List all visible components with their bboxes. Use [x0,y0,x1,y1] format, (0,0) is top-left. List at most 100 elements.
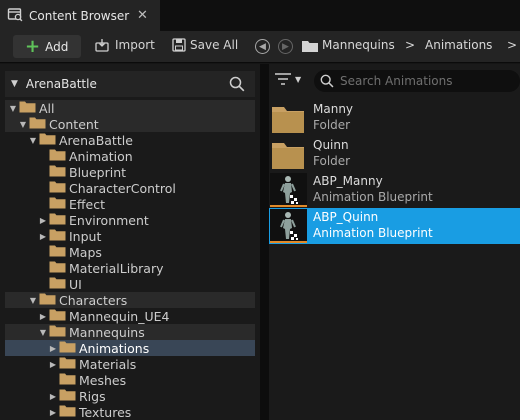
chevron-down-icon[interactable]: ▼ [28,296,38,305]
tree-item-characters[interactable]: ▼ Characters [5,292,255,308]
chevron-right-icon[interactable]: ▶ [38,232,48,241]
tree-item-content[interactable]: ▼ Content [5,116,255,132]
tree-item-label: Blueprint [69,164,127,180]
tree-item-label: Rigs [79,388,106,404]
tree-item-label: ArenaBattle [59,132,133,148]
folder-icon [59,340,76,356]
folder-icon [59,404,76,420]
tree-item-label: Characters [59,292,128,308]
folder-icon [19,100,36,116]
tree-item-animation[interactable]: Animation [5,148,255,164]
forward-arrow-icon[interactable]: ▶ [278,39,293,54]
folder-icon [59,388,76,404]
tree-item-environment[interactable]: ▶ Environment [5,212,255,228]
chevron-right-icon[interactable]: ▶ [38,216,48,225]
tab-title: Content Browser [29,8,130,23]
folder-icon [270,137,307,171]
tree-item-label: UI [69,276,82,292]
asset-item[interactable]: ABP_Quinn Animation Blueprint [269,208,520,244]
tree-item-mannequins[interactable]: ▼ Mannequins [5,324,255,340]
save-all-button-label: Save All [190,38,239,52]
tree-item-all[interactable]: ▼ All [5,100,255,116]
tree-item-label: Input [69,228,102,244]
tree-item-maps[interactable]: Maps [5,244,255,260]
asset-name: ABP_Manny [313,174,383,188]
chevron-down-icon[interactable]: ▼ [8,104,18,113]
filter-button[interactable]: ▼ [274,72,301,86]
folder-icon [59,372,76,388]
breadcrumb-mannequins[interactable]: Mannequins [322,38,395,52]
folder-icon [49,276,66,292]
plus-icon: + [25,35,41,57]
tree-item-rigs[interactable]: ▶ Rigs [5,388,255,404]
tree-item-arenabattle[interactable]: ▼ ArenaBattle [5,132,255,148]
folder-icon [49,196,66,212]
asset-panel: ▼ Manny Folder Quinn Folder ABP_Manny Animati… [269,64,520,420]
panel-splitter[interactable] [260,64,269,420]
chevron-right-icon[interactable]: ▶ [48,344,58,353]
add-button-label: Add [45,39,69,54]
add-button[interactable]: + Add [13,35,81,58]
breadcrumb-animations[interactable]: Animations [425,38,492,52]
tree-item-materials[interactable]: ▶ Materials [5,356,255,372]
folder-icon [270,101,307,135]
save-all-button[interactable]: Save All [172,38,238,52]
asset-item[interactable]: Manny Folder [269,100,520,136]
chevron-right-icon[interactable]: ▶ [48,408,58,417]
tree-item-label: MaterialLibrary [69,260,164,276]
tree-item-mannequin-ue4[interactable]: ▶ Mannequin_UE4 [5,308,255,324]
import-icon [95,39,109,52]
tree-item-meshes[interactable]: Meshes [5,372,255,388]
tree-item-textures[interactable]: ▶ Textures [5,404,255,420]
tree-item-blueprint[interactable]: Blueprint [5,164,255,180]
save-icon [172,38,186,52]
tree-item-effect[interactable]: Effect [5,196,255,212]
tree-item-label: Materials [79,356,137,372]
chevron-down-icon: ▼ [295,74,302,84]
sources-panel: ▼ ArenaBattle ▼ All ▼ Content ▼ ArenaBattle An… [0,64,260,420]
chevron-down-icon[interactable]: ▼ [28,136,38,145]
import-button[interactable]: Import [95,38,155,52]
folder-icon [49,212,66,228]
breadcrumb-separator[interactable]: > [405,38,415,52]
import-button-label: Import [115,38,155,52]
chevron-down-icon[interactable]: ▼ [18,120,28,129]
sources-header[interactable]: ▼ ArenaBattle [5,71,255,97]
asset-name: Manny [313,102,354,116]
folder-icon [49,164,66,180]
search-icon[interactable] [229,76,245,95]
tree-item-ui[interactable]: UI [5,276,255,292]
animation-blueprint-thumbnail-icon [270,209,307,243]
breadcrumb-separator[interactable]: > [507,38,517,52]
chevron-down-icon[interactable]: ▼ [38,328,48,337]
collapse-icon[interactable]: ▼ [11,79,18,89]
tree-item-label: CharacterControl [69,180,176,196]
chevron-right-icon[interactable]: ▶ [48,360,58,369]
tree-item-charactercontrol[interactable]: CharacterControl [5,180,255,196]
tab-content-browser[interactable]: Content Browser ✕ [0,0,160,31]
search-field[interactable] [314,70,520,92]
asset-item[interactable]: ABP_Manny Animation Blueprint [269,172,520,208]
asset-item[interactable]: Quinn Folder [269,136,520,172]
tree-item-label: Animations [79,340,150,356]
search-icon [320,74,334,88]
folder-icon [49,260,66,276]
folder-tree: ▼ All ▼ Content ▼ ArenaBattle Animation Bluepri… [5,100,255,420]
tree-item-label: Meshes [79,372,127,388]
chevron-right-icon[interactable]: ▶ [48,392,58,401]
tree-item-materiallibrary[interactable]: MaterialLibrary [5,260,255,276]
content-browser-icon [7,6,23,25]
tree-item-animations[interactable]: ▶ Animations [5,340,255,356]
back-arrow-icon[interactable]: ◀ [255,39,270,54]
asset-type: Folder [313,118,351,132]
tree-item-label: Environment [69,212,149,228]
folder-icon [39,132,56,148]
filter-icon [275,73,291,85]
tree-item-input[interactable]: ▶ Input [5,228,255,244]
asset-name: Quinn [313,138,349,152]
folder-icon [39,292,56,308]
close-icon[interactable]: ✕ [137,8,148,23]
search-input[interactable] [340,74,510,88]
chevron-right-icon[interactable]: ▶ [38,312,48,321]
tree-item-label: Maps [69,244,102,260]
